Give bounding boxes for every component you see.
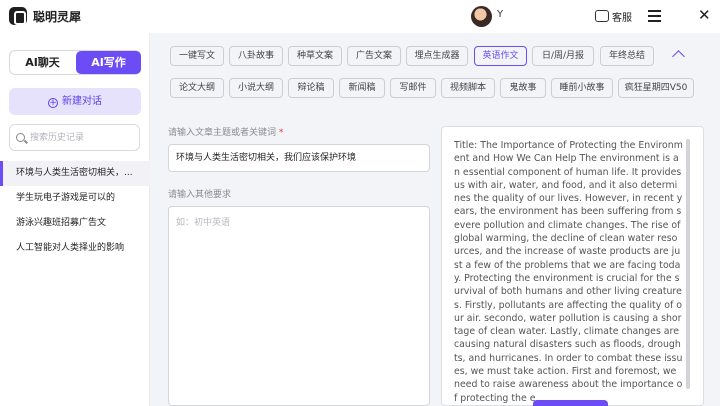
plus-circle-icon: + (48, 98, 58, 108)
user-name[interactable]: Y (497, 9, 503, 20)
output-scrollbar[interactable] (686, 139, 690, 389)
history-item[interactable]: 学生玩电子游戏是可以的 (0, 186, 150, 211)
extra-requirements-field (168, 206, 430, 406)
topic-label-text: 请输入文章主题或者关键词 (168, 128, 277, 138)
customer-service-button[interactable]: 客服 (612, 9, 632, 24)
ai-writing-tab[interactable]: AI写作 (76, 51, 141, 74)
menu-icon[interactable] (648, 10, 661, 22)
close-icon[interactable]: ✕ (698, 8, 711, 23)
category-chip[interactable]: 新闻稿 (339, 78, 385, 98)
category-chip[interactable]: 鬼故事 (500, 78, 546, 98)
new-chat-button[interactable]: + 新建对话 (9, 88, 141, 115)
chat-bubble-icon[interactable] (595, 10, 609, 22)
mode-toggle: AI聊天 AI写作 (9, 50, 141, 75)
category-chip[interactable]: 写邮件 (390, 78, 436, 98)
category-chip-selected[interactable]: 英语作文 (474, 46, 527, 66)
category-chip[interactable]: 辩论稿 (288, 78, 334, 98)
topic-label: 请输入文章主题或者关键词 * (168, 125, 283, 138)
category-chip[interactable]: 论文大纲 (170, 78, 224, 98)
category-chip[interactable]: 睡前小故事 (551, 78, 613, 98)
sidebar: AI聊天 AI写作 + 新建对话 环境与人类生活密切相关，... 学生玩电子游戏是… (0, 33, 150, 406)
category-chip[interactable]: 广告文案 (347, 46, 401, 66)
category-chip[interactable]: 一键写文 (170, 46, 224, 66)
chevron-up-icon[interactable] (672, 50, 685, 63)
ai-chat-tab[interactable]: AI聊天 (10, 51, 75, 74)
generated-essay-text: Title: The Importance of Protecting the … (454, 140, 683, 404)
history-item[interactable]: 人工智能对人类择业的影响 (0, 236, 150, 261)
new-chat-label: 新建对话 (62, 96, 102, 107)
history-item[interactable]: 环境与人类生活密切相关，... (0, 161, 150, 186)
history-search (9, 124, 140, 151)
category-chip[interactable]: 八卦故事 (229, 46, 283, 66)
category-chip[interactable]: 视频脚本 (441, 78, 495, 98)
category-chip[interactable]: 日/周/月报 (532, 46, 594, 66)
extra-requirements-input[interactable] (169, 207, 429, 405)
category-chip[interactable]: 小说大纲 (229, 78, 283, 98)
app-logo-icon (9, 7, 27, 25)
avatar[interactable] (471, 6, 492, 27)
history-item[interactable]: 游泳兴趣班招募广告文 (0, 211, 150, 236)
search-icon (16, 133, 25, 142)
top-bar: 聪明灵犀 Y 客服 ✕ (0, 0, 720, 33)
category-chip[interactable]: 年终总结 (600, 46, 654, 66)
topic-input[interactable]: 环境与人类生活密切相关，我们应该保护环境 (168, 144, 430, 172)
category-chip[interactable]: 种草文案 (288, 46, 342, 66)
category-chip[interactable]: 疯狂星期四V50 (618, 78, 694, 98)
search-input[interactable] (30, 125, 135, 150)
category-chip[interactable]: 埋点生成器 (406, 46, 468, 66)
app-title: 聪明灵犀 (33, 10, 82, 24)
action-button[interactable] (533, 400, 608, 406)
extra-requirements-label: 请输入其他要求 (168, 190, 232, 200)
required-mark: * (278, 128, 284, 138)
output-panel: Title: The Importance of Protecting the … (441, 126, 704, 406)
